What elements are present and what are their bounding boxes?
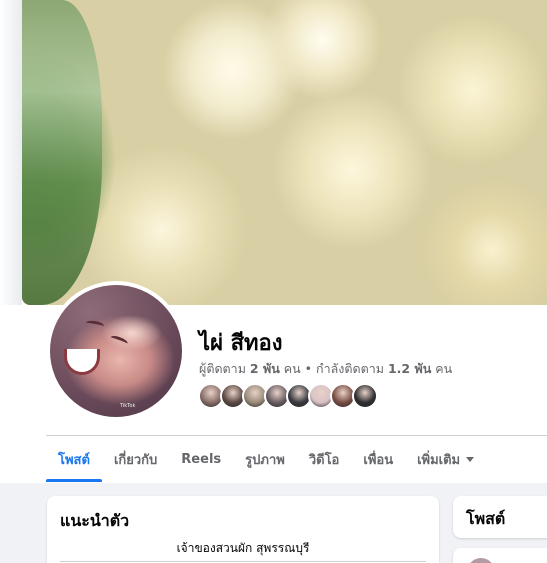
post-card: [453, 548, 547, 563]
profile-stats: ผู้ติดตาม 2 พัน คน • กำลังติดตาม 1.2 พัน…: [199, 359, 452, 379]
tab-label: Reels: [181, 451, 222, 467]
friend-avatar[interactable]: [352, 383, 378, 409]
tab-item[interactable]: รูปภาพ: [233, 436, 297, 482]
tab-item[interactable]: เพื่อน: [351, 436, 405, 482]
avatar-watermark: TikTok: [120, 403, 136, 409]
friend-avatars-row: [198, 383, 378, 409]
stats-separator: •: [304, 361, 313, 376]
caret-down-icon: [466, 456, 475, 462]
tab-label: โพสต์: [58, 452, 90, 468]
tab-item[interactable]: เกี่ยวกับ: [102, 436, 169, 482]
tab-item[interactable]: เพิ่มเติม: [405, 436, 486, 482]
tab-label: เพิ่มเติม: [417, 452, 461, 468]
followers-label[interactable]: ผู้ติดตาม: [199, 361, 246, 376]
tab-label: เพื่อน: [363, 452, 394, 468]
facebook-profile-page: TikTok ไผ่ สีทอง ผู้ติดตาม 2 พัน คน • กำ…: [0, 0, 547, 563]
profile-avatar[interactable]: TikTok: [50, 285, 182, 417]
tab-item[interactable]: วิดีโอ: [297, 436, 352, 482]
intro-bio: เจ้าของสวนผัก สุพรรณบุรี: [176, 541, 310, 555]
intro-card: แนะนำตัว เจ้าของสวนผัก สุพรรณบุรี: [47, 496, 439, 563]
profile-tabs: โพสต์ เกี่ยวกับ Reels รูปภาพ วิดีโอ เพื่อน เพิ…: [46, 436, 486, 482]
intro-title: แนะนำตัว: [60, 511, 130, 530]
following-count[interactable]: 1.2 พัน: [388, 361, 431, 376]
following-label[interactable]: กำลังติดตาม: [316, 361, 384, 376]
cover-leaf-shape: [22, 0, 102, 305]
cover-photo[interactable]: [22, 0, 547, 305]
cover-left-fade: [0, 0, 22, 305]
tab-item[interactable]: โพสต์: [46, 436, 102, 482]
avatar-eye-shape: [85, 319, 105, 330]
post-author-avatar[interactable]: [467, 558, 495, 563]
posts-card: โพสต์: [453, 496, 547, 538]
followers-count[interactable]: 2 พัน: [250, 361, 280, 376]
posts-title: โพสต์: [466, 509, 506, 528]
avatar-smile-shape: [64, 349, 100, 375]
avatar-eye-shape: [109, 334, 129, 347]
intro-divider: [60, 561, 426, 562]
tab-item[interactable]: Reels: [169, 436, 233, 482]
tab-label: เกี่ยวกับ: [113, 452, 158, 468]
tab-label: รูปภาพ: [245, 452, 285, 468]
following-unit: คน: [435, 361, 453, 376]
tab-label: วิดีโอ: [308, 452, 340, 468]
profile-name: ไผ่ สีทอง: [199, 331, 283, 356]
followers-unit: คน: [283, 361, 301, 376]
